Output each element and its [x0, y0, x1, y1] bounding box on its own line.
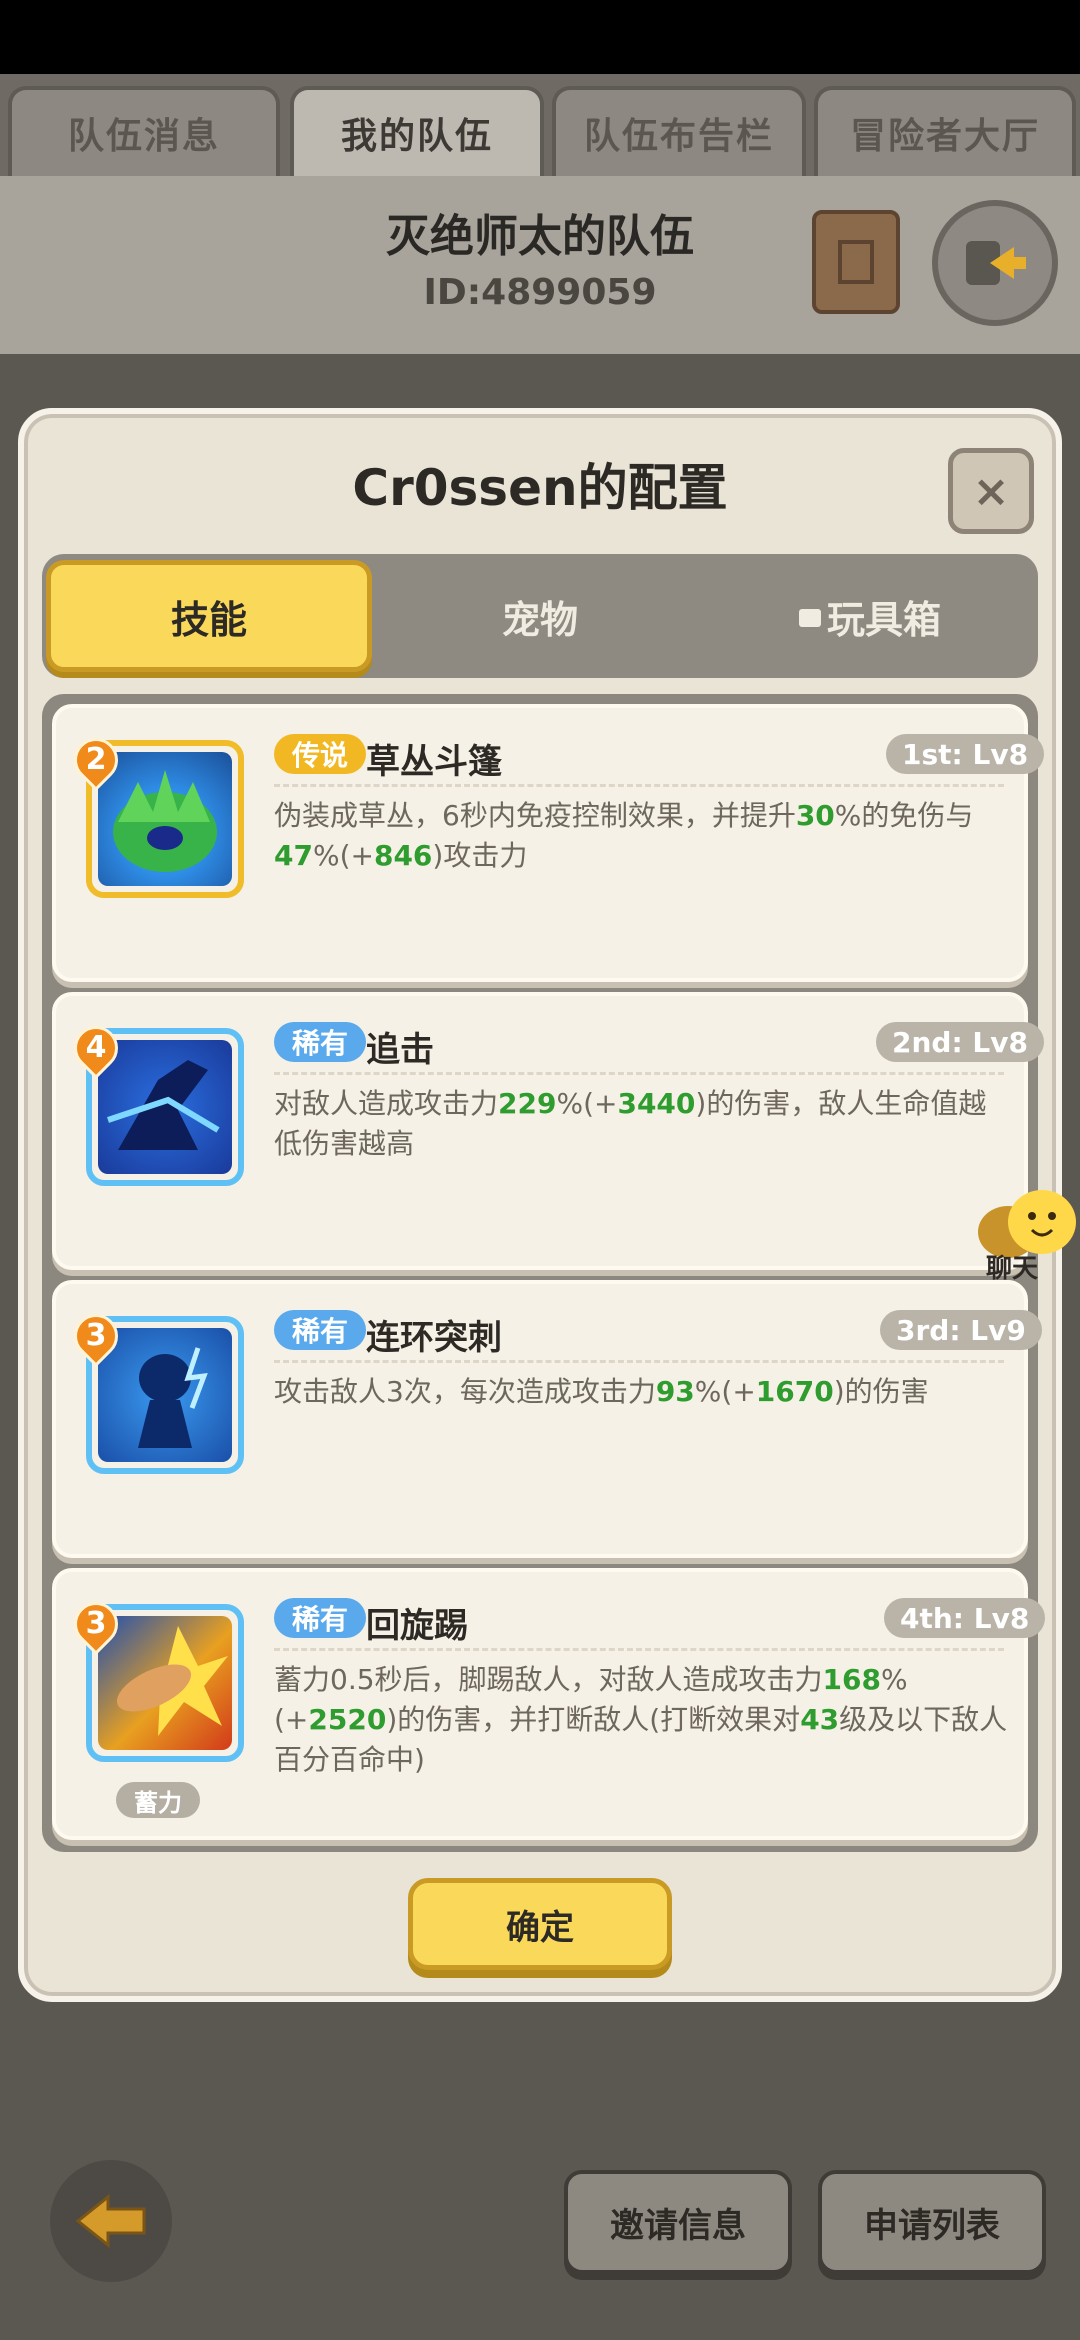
exit-team-button[interactable]	[932, 200, 1058, 326]
level-badge: 3	[64, 1592, 128, 1656]
level-badge: 3	[64, 1304, 128, 1368]
skill-name: 草丛斗篷	[366, 742, 502, 782]
divider	[274, 1648, 1004, 1651]
tab-team-board[interactable]: 队伍布告栏	[552, 86, 806, 176]
rarity-badge: 稀有	[274, 1022, 367, 1062]
tab-my-team[interactable]: 我的队伍	[290, 86, 544, 176]
tab-toybox-label: 玩具箱	[826, 597, 941, 642]
team-id: ID:4899059	[423, 272, 657, 313]
scroll-icon[interactable]	[812, 210, 900, 314]
divider	[274, 1072, 1004, 1075]
tab-toybox[interactable]: 玩具箱	[720, 560, 1020, 672]
skill-description: 蓄力0.5秒后，脚踢敌人，对敌人造成攻击力168%(+2520)的伤害，并打断敌…	[274, 1663, 1008, 1776]
back-arrow-icon	[75, 2193, 146, 2249]
invite-info-button[interactable]: 邀请信息	[564, 2170, 792, 2274]
charge-tag: 蓄力	[116, 1782, 200, 1818]
slot-level: 1st: Lv8	[886, 734, 1045, 774]
skill-name: 连环突刺	[366, 1318, 502, 1358]
divider	[274, 1360, 1004, 1363]
tab-adventurer-hall[interactable]: 冒险者大厅	[814, 86, 1076, 176]
confirm-button[interactable]: 确定	[408, 1878, 672, 1970]
slot-level: 2nd: Lv8	[876, 1022, 1044, 1062]
level-badge: 2	[64, 728, 128, 792]
rarity-badge: 稀有	[274, 1598, 367, 1638]
team-name: 灭绝师太的队伍	[386, 211, 694, 262]
slot-level: 3rd: Lv9	[880, 1310, 1042, 1350]
modal-title: Cr0ssen的配置	[352, 459, 728, 517]
back-button[interactable]	[50, 2160, 172, 2282]
chat-label: 聊天	[986, 1254, 1039, 1284]
skill-description: 伪装成草丛，6秒内免疫控制效果，并提升30%的免伤与47%(+846)攻击力	[274, 799, 974, 872]
level-badge: 4	[64, 1016, 128, 1080]
tab-skills[interactable]: 技能	[46, 560, 372, 672]
skill-name: 回旋踢	[366, 1606, 468, 1646]
tab-pets[interactable]: 宠物	[380, 560, 700, 672]
lock-icon	[798, 609, 821, 627]
apply-list-button[interactable]: 申请列表	[818, 2170, 1046, 2274]
rarity-badge: 传说	[274, 734, 367, 774]
exit-arrow-icon	[966, 241, 1026, 285]
skill-name: 追击	[366, 1030, 434, 1070]
status-bar	[0, 0, 1080, 74]
slot-level: 4th: Lv8	[884, 1598, 1046, 1638]
close-icon: ×	[972, 465, 1010, 517]
rarity-badge: 稀有	[274, 1310, 367, 1350]
tab-team-messages[interactable]: 队伍消息	[8, 86, 280, 176]
skill-description: 攻击敌人3次，每次造成攻击力93%(+1670)的伤害	[274, 1375, 929, 1408]
close-button[interactable]: ×	[948, 448, 1034, 534]
divider	[274, 784, 1004, 787]
skill-description: 对敌人造成攻击力229%(+3440)的伤害，敌人生命值越低伤害越高	[274, 1087, 987, 1160]
